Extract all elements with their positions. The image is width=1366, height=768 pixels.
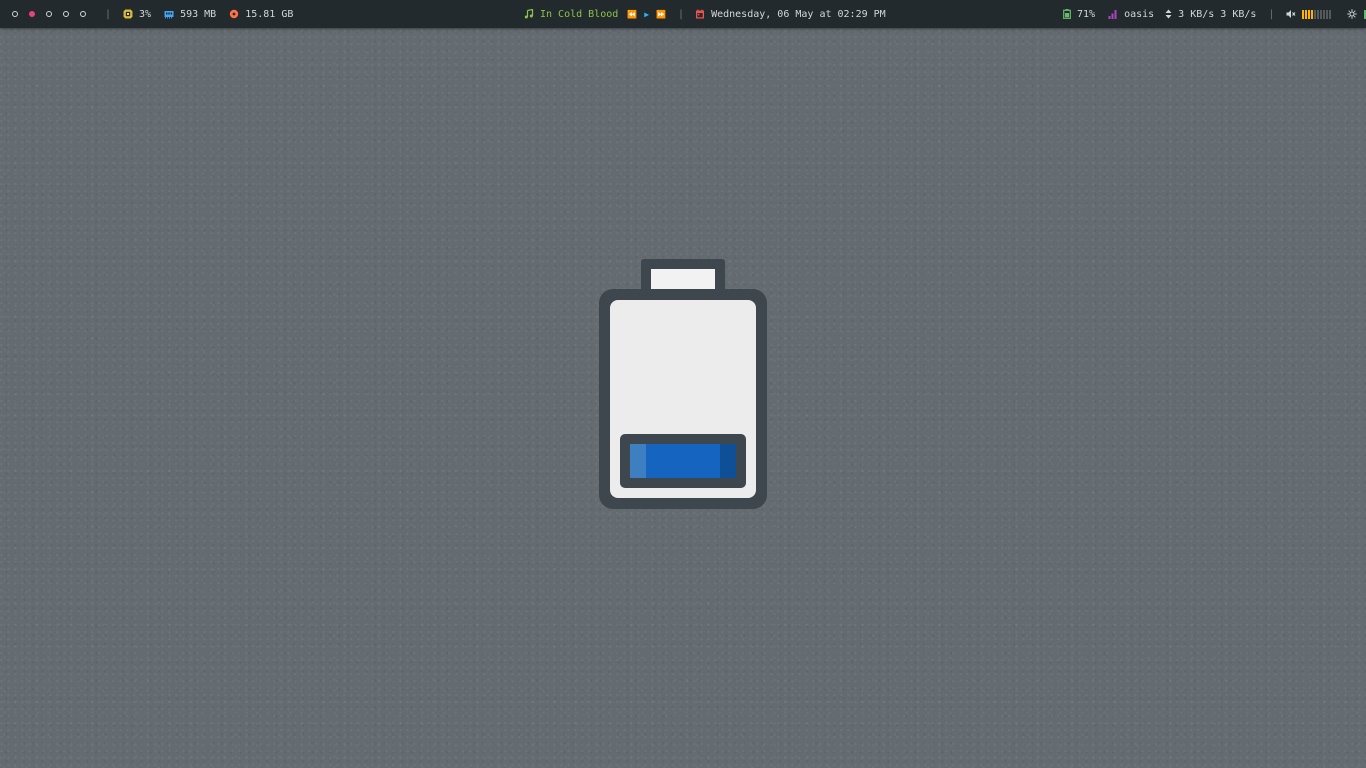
battery-low-icon xyxy=(599,259,767,509)
memory-icon xyxy=(164,11,174,19)
next-track-icon[interactable]: ⏩ xyxy=(656,10,666,19)
separator: | xyxy=(1268,8,1275,20)
memory-usage: 593 MB xyxy=(180,8,217,20)
battery-charge-shade xyxy=(720,444,736,478)
left-modules: | 3% 593 MB 15.81 GB xyxy=(12,0,293,28)
cpu-module[interactable]: 3% xyxy=(123,9,151,20)
calendar-icon xyxy=(696,9,705,19)
track-title: In Cold Blood xyxy=(540,8,619,20)
workspace-indicator-3[interactable] xyxy=(46,11,52,17)
level-segment xyxy=(1308,9,1311,19)
level-segment xyxy=(1329,9,1332,19)
previous-track-icon[interactable]: ⏪ xyxy=(627,10,637,19)
level-segment xyxy=(1326,9,1329,19)
brightness-module[interactable] xyxy=(1347,9,1366,19)
upload-speed: 3 KB/s xyxy=(1220,8,1257,20)
music-note-icon xyxy=(524,9,534,19)
separator: | xyxy=(678,8,685,20)
level-segment xyxy=(1302,9,1305,19)
volume-level-bar[interactable] xyxy=(1302,9,1332,19)
battery-percentage: 71% xyxy=(1077,8,1096,20)
music-module[interactable]: In Cold Blood xyxy=(524,9,618,20)
cpu-icon xyxy=(123,9,134,19)
cpu-usage: 3% xyxy=(139,8,152,20)
workspace-indicator-2[interactable] xyxy=(29,11,35,17)
speaker-mute-icon xyxy=(1286,10,1296,18)
disk-usage: 15.81 GB xyxy=(245,8,294,20)
play-icon[interactable]: ▶ xyxy=(644,10,649,19)
level-segment xyxy=(1323,9,1326,19)
battery-icon xyxy=(1063,9,1071,19)
workspace-indicator-4[interactable] xyxy=(63,11,69,17)
memory-module[interactable]: 593 MB xyxy=(164,9,216,20)
brightness-icon xyxy=(1347,9,1358,19)
workspace-indicator-5[interactable] xyxy=(80,11,86,17)
level-segment xyxy=(1317,9,1320,19)
top-status-bar: | 3% 593 MB 15.81 GB In Cold Blood ⏪ ▶ ⏩… xyxy=(0,0,1366,28)
center-modules: In Cold Blood ⏪ ▶ ⏩ | Wednesday, 06 May … xyxy=(524,0,886,28)
signal-icon xyxy=(1108,10,1117,19)
download-speed: 3 KB/s xyxy=(1178,8,1215,20)
separator: | xyxy=(105,8,112,20)
updown-arrows-icon xyxy=(1165,9,1172,19)
date-time: Wednesday, 06 May at 02:29 PM xyxy=(711,8,886,20)
battery-charge-highlight xyxy=(630,444,646,478)
disk-icon xyxy=(230,9,239,19)
battery-level-indicator xyxy=(599,259,767,509)
workspace-indicator-1[interactable] xyxy=(12,11,18,17)
level-segment xyxy=(1314,9,1317,19)
level-segment xyxy=(1311,9,1314,19)
level-segment xyxy=(1320,9,1323,19)
level-segment xyxy=(1305,9,1308,19)
battery-module[interactable]: 71% xyxy=(1063,9,1095,20)
clock-module[interactable]: Wednesday, 06 May at 02:29 PM xyxy=(695,9,886,20)
volume-module[interactable] xyxy=(1286,9,1332,19)
right-modules: 71% oasis 3 KB/s 3 KB/s | xyxy=(1063,0,1366,28)
network-module[interactable]: oasis 3 KB/s 3 KB/s xyxy=(1108,9,1256,20)
disk-module[interactable]: 15.81 GB xyxy=(229,9,293,20)
wifi-ssid: oasis xyxy=(1124,8,1155,20)
